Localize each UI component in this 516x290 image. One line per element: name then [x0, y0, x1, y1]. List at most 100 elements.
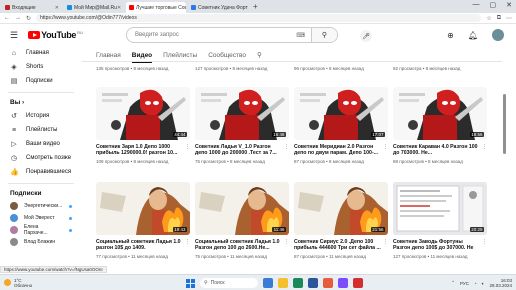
- browser-tab[interactable]: Входящие ✕: [2, 2, 62, 13]
- video-thumbnail[interactable]: 18:56: [393, 87, 487, 140]
- sidebar-item-label: Подписки: [26, 78, 53, 84]
- sidebar-item[interactable]: 👍 Понравившиеся: [0, 165, 82, 179]
- wifi-icon[interactable]: ◔: [474, 281, 477, 286]
- video-meta: 75 просмотров • 11 месяцев назад: [195, 254, 267, 259]
- sidebar-item[interactable]: ◈ Shorts: [0, 60, 82, 74]
- keyboard-icon[interactable]: ⌨: [296, 32, 305, 39]
- more-actions-icon[interactable]: ⋮: [284, 144, 289, 150]
- notifications-icon[interactable]: 🔔︎: [468, 31, 478, 40]
- star-icon[interactable]: ☆: [486, 15, 491, 22]
- task-view-icon[interactable]: [263, 278, 273, 288]
- video-title[interactable]: Советник Ладья V_1.0 Разгон депо 1000 до…: [195, 144, 289, 157]
- yandex-icon[interactable]: [353, 278, 363, 288]
- minimize-icon[interactable]: —: [473, 1, 480, 9]
- taskbar-search[interactable]: ⚲ Поиск: [200, 278, 258, 288]
- video-thumbnail[interactable]: 19:43: [96, 182, 190, 235]
- subscription-item[interactable]: Энергетически...: [0, 200, 82, 212]
- sidebar-item[interactable]: ▤ Подписки: [0, 74, 82, 88]
- search-input[interactable]: Введите запрос: [127, 32, 296, 38]
- language-indicator[interactable]: РУС: [460, 281, 469, 286]
- browser-tab[interactable]: Советник Удача Фортуны. Неуя...✕: [188, 2, 248, 13]
- page-scrollbar[interactable]: [503, 62, 506, 268]
- start-icon[interactable]: [186, 278, 195, 288]
- sidebar-item[interactable]: ▷ Ваши видео: [0, 137, 82, 151]
- browser-tab[interactable]: Лучшие торговые Советники. Ал...✕: [126, 2, 186, 13]
- app-icon[interactable]: [338, 278, 348, 288]
- more-actions-icon[interactable]: ⋮: [482, 239, 487, 245]
- url-field[interactable]: https://www.youtube.com/@Odin777/videos: [36, 14, 482, 22]
- video-card[interactable]: 16:48 Советник Ладья V_1.0 Разгон депо 10…: [195, 87, 289, 164]
- store-icon[interactable]: [308, 278, 318, 288]
- video-title[interactable]: Советник Караван 4.0 Разгон 100 до 70300…: [393, 144, 487, 157]
- new-tab-icon[interactable]: +: [253, 2, 258, 13]
- video-thumbnail[interactable]: 11:46: [195, 182, 289, 235]
- edge-browser-icon[interactable]: [293, 278, 303, 288]
- video-thumbnail[interactable]: 44:44: [96, 87, 190, 140]
- close-window-icon[interactable]: ✕: [506, 1, 512, 9]
- sidebar-item[interactable]: ↺ История: [0, 109, 82, 123]
- clock[interactable]: 16:03 28.03.2024: [489, 278, 512, 288]
- video-title[interactable]: Советник Заводь Фортуны Разгон депо 100$…: [393, 239, 487, 252]
- tab-close-icon[interactable]: ✕: [55, 5, 59, 11]
- video-title[interactable]: Советник Заря 1.0 Депо 1000 прибыль 1290…: [96, 144, 190, 157]
- sidebar-item[interactable]: ◷ Смотреть позже: [0, 151, 82, 165]
- subscription-item[interactable]: Влад Блажин: [0, 236, 82, 248]
- microphone-icon[interactable]: 🎤︎: [360, 30, 372, 42]
- video-card[interactable]: 20:29 Советник Заводь Фортуны Разгон депо…: [393, 182, 487, 259]
- scrollbar-thumb[interactable]: [503, 94, 506, 154]
- file-explorer-icon[interactable]: [278, 278, 288, 288]
- more-actions-icon[interactable]: ⋮: [185, 239, 190, 245]
- video-card[interactable]: 44:44 Советник Заря 1.0 Депо 1000 прибыль…: [96, 87, 190, 164]
- browser-menu-icon[interactable]: ⋯: [506, 15, 512, 22]
- tab-close-icon[interactable]: ✕: [117, 5, 121, 11]
- volume-icon[interactable]: 🔈︎: [482, 281, 485, 286]
- video-card[interactable]: 18:56 Советник Караван 4.0 Разгон 100 до …: [393, 87, 487, 164]
- youtube-logo[interactable]: YouTube RU: [28, 30, 83, 40]
- back-icon[interactable]: ←: [4, 15, 10, 21]
- video-card[interactable]: 17:07 Советник Меридиан 2.0 Разгон депо п…: [294, 87, 388, 164]
- subscription-item[interactable]: Елена Пархаче...: [0, 224, 82, 236]
- channel-tab[interactable]: Главная: [96, 52, 121, 59]
- reload-icon[interactable]: ↻: [26, 15, 31, 22]
- maximize-icon[interactable]: ▢: [490, 1, 497, 9]
- more-actions-icon[interactable]: ⋮: [284, 239, 289, 245]
- video-thumbnail[interactable]: 20:29: [393, 182, 487, 235]
- sidebar-you-heading[interactable]: Вы ›: [0, 97, 82, 109]
- video-duration: 11:46: [272, 227, 286, 232]
- video-thumbnail[interactable]: 16:48: [195, 87, 289, 140]
- more-actions-icon[interactable]: ⋮: [482, 144, 487, 150]
- channel-search-icon[interactable]: ⚲: [257, 51, 262, 59]
- weather-widget[interactable]: 1°C Облачно: [4, 278, 32, 288]
- video-title[interactable]: Советник Меридиан 2.0 Разгон депо по дву…: [294, 144, 388, 157]
- video-card[interactable]: 19:43 Социальный советник Ладья 1.0 разго…: [96, 182, 190, 259]
- menu-icon[interactable]: ☰: [10, 30, 18, 41]
- account-avatar[interactable]: [492, 29, 504, 41]
- video-title[interactable]: Социальный советник Ладья 1.0 разгон 10$…: [96, 239, 190, 252]
- subscription-item[interactable]: Мой Эверест: [0, 212, 82, 224]
- channel-tab[interactable]: Сообщество: [208, 52, 246, 59]
- video-title[interactable]: Социальный советник Ладья 1.0 Разгон деп…: [195, 239, 289, 252]
- create-icon[interactable]: ⊕: [447, 31, 454, 40]
- video-title[interactable]: Советник Сириус 2.0 .Депо 100 прибыль 44…: [294, 239, 388, 252]
- address-bar: ← → ↻ https://www.youtube.com/@Odin777/v…: [0, 13, 516, 24]
- more-actions-icon[interactable]: ⋮: [383, 239, 388, 245]
- sidebar-item[interactable]: ≡ Плейлисты: [0, 123, 82, 137]
- more-actions-icon[interactable]: ⋮: [185, 144, 190, 150]
- video-duration: 17:07: [370, 132, 385, 137]
- tray-chevron-icon[interactable]: ⌃: [451, 280, 455, 286]
- search-box[interactable]: Введите запрос ⌨ ⚲: [126, 27, 338, 43]
- history-icon: ↺: [11, 113, 17, 120]
- channel-tab[interactable]: Плейлисты: [163, 52, 197, 59]
- video-card[interactable]: 11:46 Социальный советник Ладья 1.0 Разго…: [195, 182, 289, 259]
- extensions-icon[interactable]: ⧉: [497, 15, 501, 22]
- sidebar-item[interactable]: ⌂ Главная: [0, 46, 82, 60]
- video-card[interactable]: 21:56 Советник Сириус 2.0 .Депо 100 прибы…: [294, 182, 388, 259]
- video-thumbnail[interactable]: 17:07: [294, 87, 388, 140]
- more-actions-icon[interactable]: ⋮: [383, 144, 388, 150]
- video-thumbnail[interactable]: 21:56: [294, 182, 388, 235]
- office-icon[interactable]: [323, 278, 333, 288]
- browser-tab[interactable]: Мой Мир@Mail.Ru ✕: [64, 2, 124, 13]
- search-button[interactable]: ⚲: [311, 28, 337, 42]
- youtube-logo-text: YouTube: [41, 30, 77, 40]
- forward-icon[interactable]: →: [15, 15, 21, 21]
